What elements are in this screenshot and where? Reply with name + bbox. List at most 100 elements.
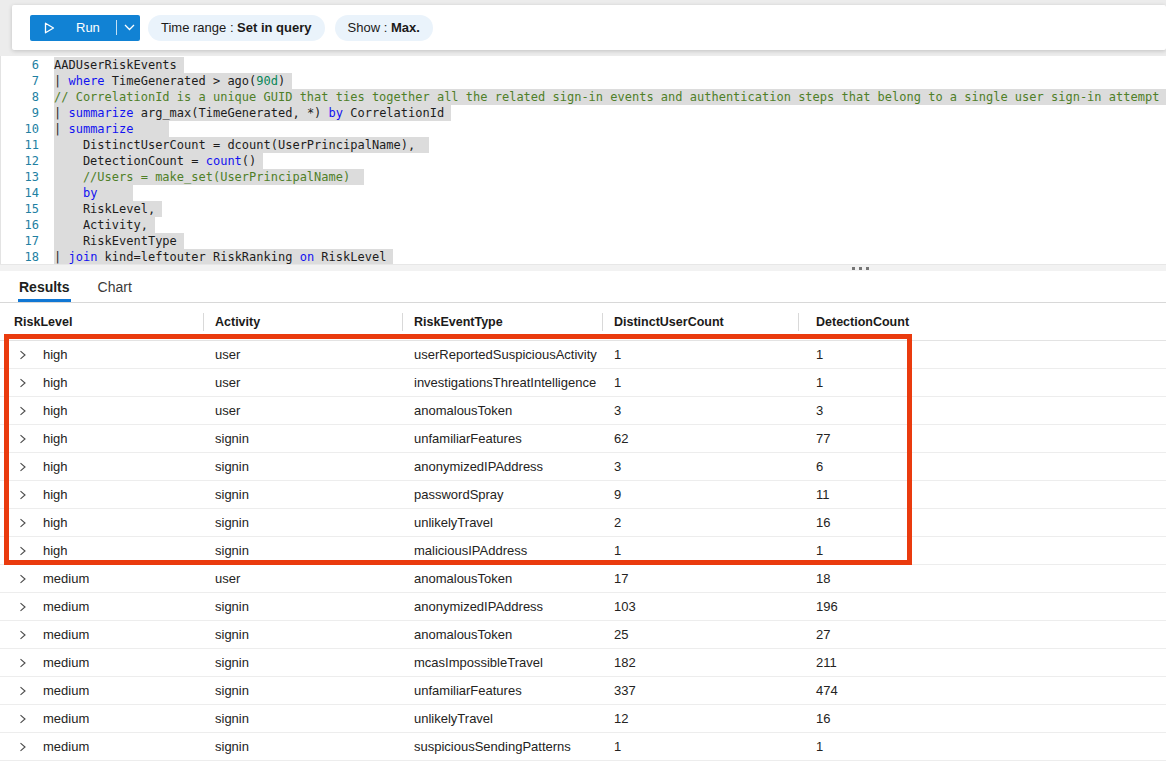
table-row[interactable]: highuserinvestigationsThreatIntelligence…	[0, 369, 1166, 397]
code-line[interactable]: // CorrelationId is a unique GUID that t…	[54, 89, 1166, 105]
cell-RiskEventType: mcasImpossibleTravel	[402, 649, 602, 676]
cell-value: medium	[43, 655, 89, 670]
code-line[interactable]: RiskLevel,	[54, 201, 1166, 217]
table-row[interactable]: mediumsigninunfamiliarFeatures337474	[0, 677, 1166, 705]
row-expand-chevron-icon[interactable]	[18, 378, 27, 388]
table-row[interactable]: highsigninanonymizedIPAddress36	[0, 453, 1166, 481]
row-expand-chevron-icon[interactable]	[18, 518, 27, 528]
cell-value: user	[215, 571, 240, 586]
show-selector[interactable]: Show : Max.	[335, 15, 433, 41]
cell-RiskEventType: anonymizedIPAddress	[402, 593, 602, 620]
time-range-selector[interactable]: Time range : Set in query	[148, 15, 325, 41]
cell-value: userReportedSuspiciousActivity	[414, 347, 597, 362]
run-button[interactable]: Run	[30, 15, 140, 41]
code-line[interactable]: DistinctUserCount = dcount(UserPrincipal…	[54, 137, 1166, 153]
code-line[interactable]: //Users = make_set(UserPrincipalName)	[54, 169, 1166, 185]
cell-DistinctUserCount: 62	[602, 425, 798, 452]
code-line[interactable]: Activity,	[54, 217, 1166, 233]
code-line[interactable]: | join kind=leftouter RiskRanking on Ris…	[54, 249, 1166, 264]
cell-RiskLevel: high	[0, 509, 203, 536]
table-row[interactable]: highsigninunfamiliarFeatures6277	[0, 425, 1166, 453]
cell-value: maliciousIPAddress	[414, 543, 527, 558]
query-editor[interactable]: 6789101112131415161718 AADUserRiskEvents…	[0, 56, 1166, 264]
cell-value: 182	[614, 655, 636, 670]
panel-splitter[interactable]	[0, 264, 1166, 271]
row-expand-chevron-icon[interactable]	[18, 658, 27, 668]
cell-DetectionCount: 3	[798, 397, 1166, 424]
tab-results[interactable]: Results	[18, 271, 71, 302]
code-line[interactable]: AADUserRiskEvents	[54, 57, 1166, 73]
cell-value: signin	[215, 487, 249, 502]
cell-RiskEventType: anonymizedIPAddress	[402, 453, 602, 480]
table-row[interactable]: mediumuseranomalousToken1718	[0, 565, 1166, 593]
cell-RiskEventType: anomalousToken	[402, 565, 602, 592]
row-expand-chevron-icon[interactable]	[18, 686, 27, 696]
cell-Activity: signin	[203, 425, 402, 452]
row-expand-chevron-icon[interactable]	[18, 350, 27, 360]
cell-value: 12	[614, 711, 628, 726]
cell-value: 196	[816, 599, 838, 614]
row-expand-chevron-icon[interactable]	[18, 490, 27, 500]
cell-value: 18	[816, 571, 830, 586]
cell-value: signin	[215, 599, 249, 614]
code-line[interactable]: | summarize	[54, 121, 1166, 137]
row-expand-chevron-icon[interactable]	[18, 630, 27, 640]
cell-Activity: signin	[203, 649, 402, 676]
table-row[interactable]: highsigninmaliciousIPAddress11	[0, 537, 1166, 565]
row-expand-chevron-icon[interactable]	[18, 742, 27, 752]
table-row[interactable]: highsigninunlikelyTravel216	[0, 509, 1166, 537]
column-header-Activity[interactable]: Activity	[203, 303, 402, 340]
code-line[interactable]: RiskEventType	[54, 233, 1166, 249]
cell-DistinctUserCount: 3	[602, 397, 798, 424]
cell-Activity: signin	[203, 537, 402, 564]
chevron-down-icon[interactable]	[124, 24, 135, 31]
column-header-RiskLevel[interactable]: RiskLevel	[0, 303, 203, 340]
table-row[interactable]: mediumsigninsuspiciousSendingPatterns11	[0, 733, 1166, 761]
table-row[interactable]: highsigninpasswordSpray911	[0, 481, 1166, 509]
table-row[interactable]: highuseranomalousToken33	[0, 397, 1166, 425]
row-expand-chevron-icon[interactable]	[18, 574, 27, 584]
cell-value: 62	[614, 431, 628, 446]
table-row[interactable]: highuseruserReportedSuspiciousActivity11	[0, 341, 1166, 369]
cell-value: 9	[614, 487, 621, 502]
code-line[interactable]: by	[54, 185, 1166, 201]
cell-DistinctUserCount: 12	[602, 705, 798, 732]
column-header-DetectionCount[interactable]: DetectionCount	[798, 303, 1166, 340]
row-expand-chevron-icon[interactable]	[18, 546, 27, 556]
cell-RiskEventType: userReportedSuspiciousActivity	[402, 341, 602, 368]
cell-Activity: signin	[203, 733, 402, 760]
code-line[interactable]: | where TimeGenerated > ago(90d)	[54, 73, 1166, 89]
cell-value: 474	[816, 683, 838, 698]
cell-value: 6	[816, 459, 823, 474]
table-row[interactable]: mediumsigninmcasImpossibleTravel182211	[0, 649, 1166, 677]
tab-chart[interactable]: Chart	[97, 271, 133, 302]
column-header-RiskEventType[interactable]: RiskEventType	[402, 303, 602, 340]
cell-RiskLevel: high	[0, 453, 203, 480]
cell-RiskEventType: unlikelyTravel	[402, 705, 602, 732]
cell-value: signin	[215, 543, 249, 558]
cell-value: unlikelyTravel	[414, 711, 493, 726]
cell-value: passwordSpray	[414, 487, 504, 502]
code-line[interactable]: DetectionCount = count()	[54, 153, 1166, 169]
cell-Activity: signin	[203, 705, 402, 732]
cell-value: mcasImpossibleTravel	[414, 655, 543, 670]
editor-code[interactable]: AADUserRiskEvents| where TimeGenerated >…	[54, 57, 1166, 264]
row-expand-chevron-icon[interactable]	[18, 406, 27, 416]
row-expand-chevron-icon[interactable]	[18, 462, 27, 472]
cell-DistinctUserCount: 9	[602, 481, 798, 508]
table-row[interactable]: mediumsigninanomalousToken2527	[0, 621, 1166, 649]
row-expand-chevron-icon[interactable]	[18, 714, 27, 724]
row-expand-chevron-icon[interactable]	[18, 434, 27, 444]
table-row[interactable]: mediumsigninunlikelyTravel1216	[0, 705, 1166, 733]
cell-value: investigationsThreatIntelligence	[414, 375, 596, 390]
row-expand-chevron-icon[interactable]	[18, 602, 27, 612]
cell-value: 2	[614, 515, 621, 530]
line-number: 9	[1, 105, 39, 121]
line-number: 16	[1, 217, 39, 233]
table-row[interactable]: mediumsigninanonymizedIPAddress103196	[0, 593, 1166, 621]
line-number: 11	[1, 137, 39, 153]
column-header-DistinctUserCount[interactable]: DistinctUserCount	[602, 303, 798, 340]
splitter-drag-handle-icon[interactable]	[852, 267, 869, 270]
cell-Activity: user	[203, 565, 402, 592]
code-line[interactable]: | summarize arg_max(TimeGenerated, *) by…	[54, 105, 1166, 121]
